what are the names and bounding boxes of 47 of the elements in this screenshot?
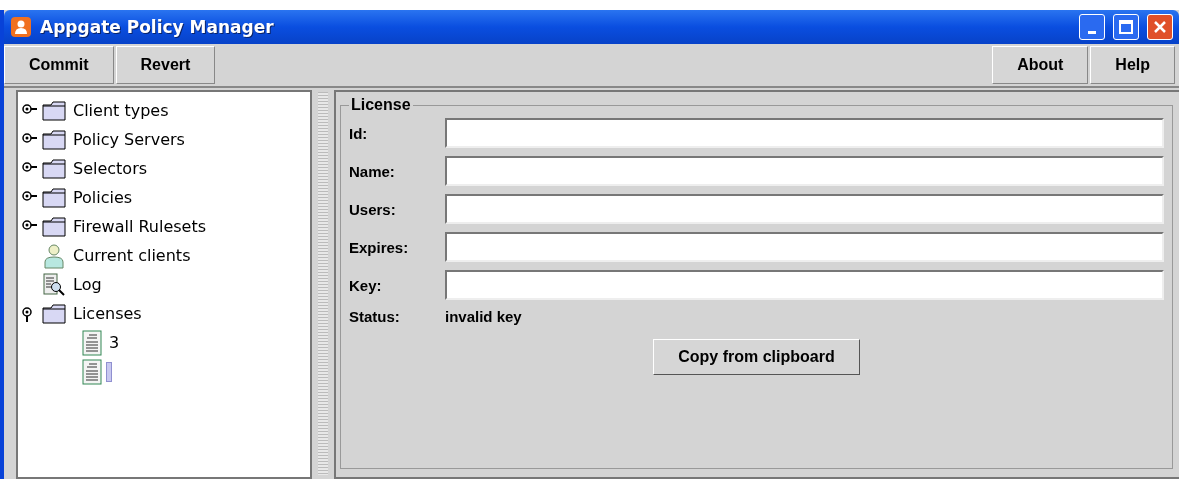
document-icon — [82, 358, 102, 385]
document-icon — [82, 329, 102, 356]
tree-item[interactable]: 3 — [106, 332, 123, 353]
toolbar-button[interactable]: About — [992, 46, 1089, 84]
minimize-icon — [1088, 30, 1096, 34]
split-handle[interactable] — [318, 92, 328, 475]
folder-icon — [42, 100, 66, 121]
tree-item[interactable]: Policies — [70, 187, 136, 208]
field-label: Users: — [349, 200, 397, 218]
folder-icon — [42, 158, 66, 179]
field-label: Status: — [349, 308, 401, 325]
input-field[interactable] — [445, 194, 1164, 224]
input-field[interactable] — [445, 270, 1164, 300]
toolbar-button[interactable]: Help — [1090, 46, 1175, 84]
folder-icon — [42, 216, 66, 237]
field-label: Expires: — [349, 238, 410, 256]
tree-item[interactable] — [106, 361, 112, 382]
folder-icon — [42, 129, 66, 150]
minimize-button[interactable] — [1079, 14, 1105, 40]
window-title: Appgate Policy Manager — [40, 17, 275, 37]
input-field[interactable] — [445, 232, 1164, 262]
maximize-icon — [1119, 20, 1133, 34]
tree-item[interactable]: Client types — [70, 100, 172, 121]
folder-icon — [42, 303, 66, 324]
tree-item[interactable]: Current clients — [70, 245, 194, 266]
tree-item[interactable]: Licenses — [70, 303, 145, 324]
tree-item[interactable]: Policy Servers — [70, 129, 188, 150]
field-label: Id: — [349, 124, 369, 142]
tree-item[interactable]: Firewall Rulesets — [70, 216, 210, 237]
app-person-icon — [10, 16, 32, 38]
toolbar-button[interactable]: Commit — [4, 46, 114, 84]
folder-icon — [42, 187, 66, 208]
close-icon — [1153, 20, 1167, 34]
field-label: Key: — [349, 276, 383, 294]
toolbar-button[interactable]: Revert — [115, 46, 216, 84]
input-field[interactable] — [445, 118, 1164, 148]
input-field[interactable] — [445, 156, 1164, 186]
tree-item[interactable]: Selectors — [70, 158, 151, 179]
copy-button[interactable]: Copy from clipboard — [653, 339, 860, 375]
close-button[interactable] — [1147, 14, 1173, 40]
tree-item[interactable]: Log — [70, 274, 105, 295]
maximize-button[interactable] — [1113, 14, 1139, 40]
status-value: invalid key — [445, 308, 522, 325]
log-magnifier-icon — [42, 272, 66, 297]
field-label: Name: — [349, 162, 396, 180]
group-title: License — [350, 96, 412, 114]
person-icon — [42, 242, 66, 269]
